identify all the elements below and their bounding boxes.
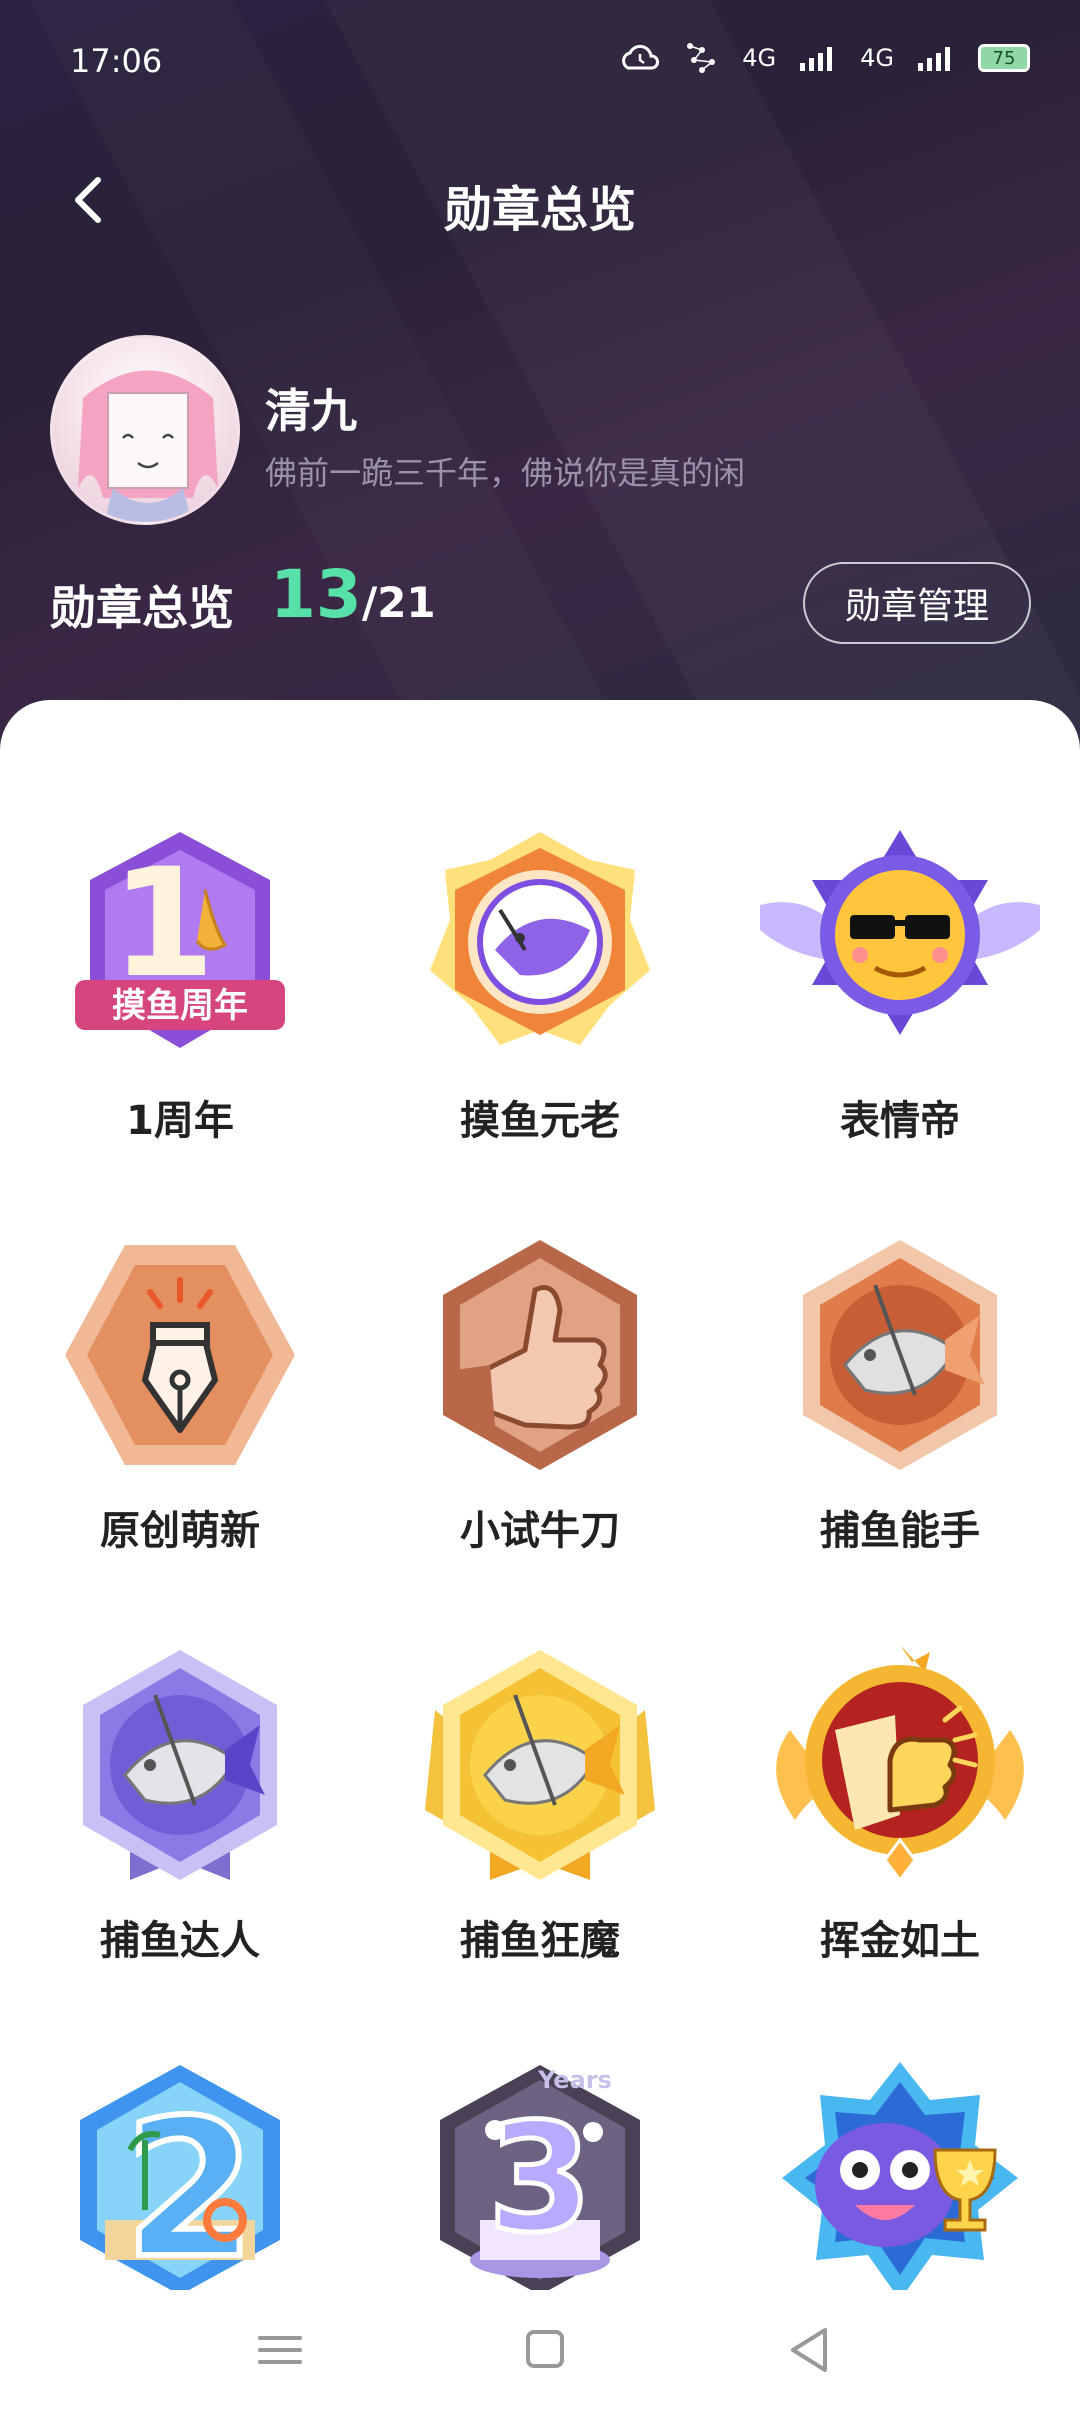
user-bio: 佛前一跪三千年，佛说你是真的闲 xyxy=(265,454,746,492)
home-square-icon[interactable] xyxy=(510,2320,580,2380)
badge-item[interactable]: 表情帝 xyxy=(750,820,1050,1180)
avatar-illustration xyxy=(78,370,218,522)
badge-item[interactable]: 挥金如土 xyxy=(750,1640,1050,2000)
badge-number: 3 xyxy=(488,2092,592,2266)
badge-sheet: 1 摸鱼周年 1周年 摸鱼元老 表情帝 原创萌新 小试牛刀 捕鱼能手 捕鱼达人 … xyxy=(0,700,1080,2303)
badge-label: 小试牛刀 xyxy=(460,1508,620,1554)
signal-bars-icon xyxy=(918,47,950,71)
page-title: 勋章总览 xyxy=(443,182,636,238)
sunglasses-emoji-badge-icon xyxy=(760,830,1040,1035)
badge-label: 1周年 xyxy=(126,1098,234,1144)
badge-manage-button[interactable]: 勋章管理 xyxy=(803,562,1031,644)
silver-fish-badge-icon xyxy=(83,1650,277,1880)
badge-item[interactable]: 小试牛刀 xyxy=(390,1230,690,1590)
status-time: 17:06 xyxy=(70,42,163,80)
badge-count: 13/21 xyxy=(270,556,436,633)
anniversary-3-badge-icon: 3 Years xyxy=(440,2065,640,2295)
status-bar: 17:06 4G 4G 75 xyxy=(0,0,1080,120)
menu-icon[interactable] xyxy=(245,2320,315,2380)
badge-total-count: /21 xyxy=(361,578,436,627)
pen-nib-badge-icon xyxy=(65,1245,295,1465)
badge-label: 捕鱼狂魔 xyxy=(460,1918,620,1964)
signal-4g-icon: 4G xyxy=(742,44,777,72)
system-nav-bar xyxy=(0,2290,1080,2412)
nav-bar: 勋章总览 xyxy=(0,150,1080,250)
badge-item[interactable]: 捕鱼能手 xyxy=(750,1230,1050,1590)
avatar[interactable] xyxy=(50,335,240,525)
badge-label: 表情帝 xyxy=(840,1098,960,1144)
pufferfish-trophy-badge-icon xyxy=(782,2062,1018,2300)
bronze-fish-badge-icon xyxy=(803,1240,997,1470)
badge-earned-count: 13 xyxy=(270,556,362,633)
badge-label: 捕鱼达人 xyxy=(100,1918,260,1964)
badge-label: 原创萌新 xyxy=(100,1508,260,1554)
badge-ribbon-text: 摸鱼周年 xyxy=(112,986,248,1026)
badge-label: 摸鱼元老 xyxy=(460,1098,620,1144)
badge-item[interactable]: 捕鱼狂魔 xyxy=(390,1640,690,2000)
badge-summary-label: 勋章总览 xyxy=(50,581,234,635)
anniversary-1-badge-icon: 1 摸鱼周年 xyxy=(75,832,285,1048)
badge-label: 挥金如土 xyxy=(820,1918,980,1964)
signal-dots-icon xyxy=(687,43,716,73)
back-triangle-icon[interactable] xyxy=(775,2320,845,2380)
gold-fish-badge-icon xyxy=(425,1650,655,1880)
badge-item[interactable]: 原创萌新 xyxy=(30,1230,330,1590)
battery-icon: 75 xyxy=(978,44,1030,72)
cloud-icon xyxy=(622,44,660,70)
user-name: 清九 xyxy=(265,384,357,438)
veteran-fish-badge-icon xyxy=(430,832,650,1045)
signal-bars-icon xyxy=(800,47,833,71)
thumbs-up-badge-icon xyxy=(443,1240,637,1470)
badge-item[interactable]: 1 摸鱼周年 1周年 xyxy=(30,820,330,1180)
badge-item[interactable]: 捕鱼达人 xyxy=(30,1640,330,2000)
badge-item[interactable]: 摸鱼元老 xyxy=(390,820,690,1180)
badge-years-text: Years xyxy=(537,2066,612,2094)
badge-label: 捕鱼能手 xyxy=(820,1508,980,1554)
money-hand-badge-icon xyxy=(776,1645,1024,1883)
anniversary-2-badge-icon: 2 xyxy=(80,2065,280,2303)
status-icons: 4G 4G 75 xyxy=(618,40,1030,76)
signal-4g-icon: 4G xyxy=(860,44,894,72)
